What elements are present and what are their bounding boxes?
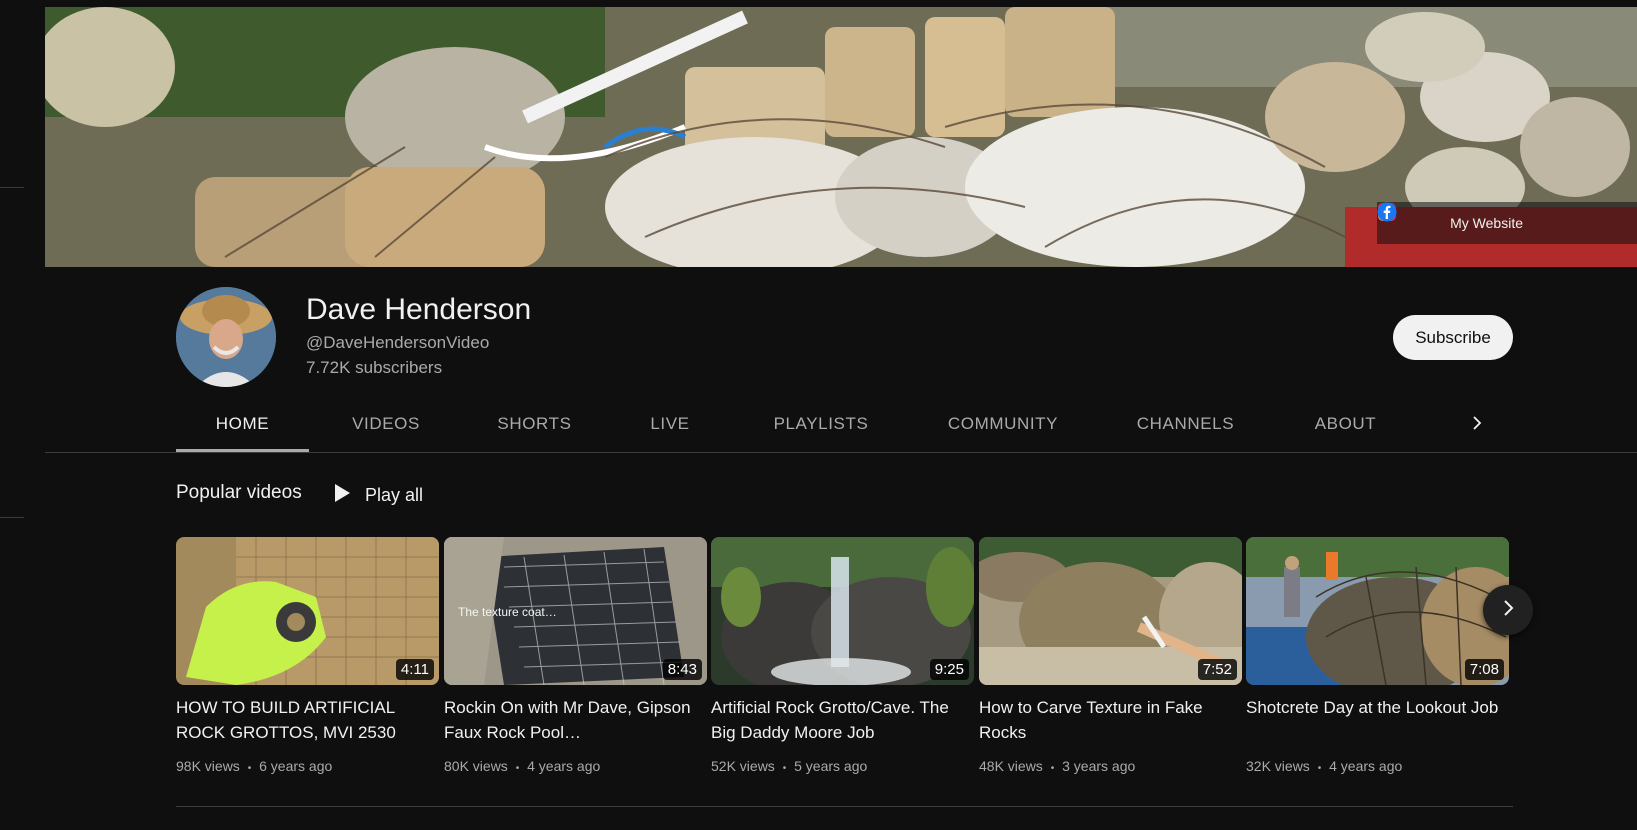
video-views: 80K views bbox=[444, 758, 508, 774]
video-age: 4 years ago bbox=[1329, 758, 1403, 774]
tab-community[interactable]: COMMUNITY bbox=[908, 396, 1098, 452]
video-card[interactable]: 9:25 Artificial Rock Grotto/Cave. The Bi… bbox=[711, 537, 974, 774]
channel-handle: @DaveHendersonVideo bbox=[306, 333, 490, 352]
video-age: 3 years ago bbox=[1062, 758, 1136, 774]
play-all-label: Play all bbox=[365, 484, 424, 505]
video-title[interactable]: How to Carve Texture in Fake Rocks bbox=[979, 695, 1242, 745]
video-title[interactable]: Rockin On with Mr Dave, Gipson Faux Rock… bbox=[444, 695, 707, 745]
video-thumbnail[interactable]: 7:08 bbox=[1246, 537, 1509, 685]
video-thumbnail[interactable]: 4:11 bbox=[176, 537, 439, 685]
tab-home[interactable]: HOME bbox=[176, 396, 309, 452]
video-age: 4 years ago bbox=[527, 758, 601, 774]
subscriber-count: 7.72K subscribers bbox=[306, 358, 443, 377]
meta-separator: • bbox=[782, 763, 787, 774]
video-duration: 7:08 bbox=[1464, 659, 1504, 680]
tabs-divider bbox=[45, 452, 1637, 453]
section-divider bbox=[176, 806, 1513, 807]
tab-live[interactable]: LIVE bbox=[606, 396, 734, 452]
video-age: 5 years ago bbox=[794, 758, 868, 774]
video-title[interactable]: Shotcrete Day at the Lookout Job bbox=[1246, 695, 1509, 745]
video-views: 32K views bbox=[1246, 758, 1310, 774]
channel-page: My Website Dave Henderson @DaveHenderson… bbox=[0, 0, 1637, 830]
video-age: 6 years ago bbox=[259, 758, 333, 774]
video-title[interactable]: Artificial Rock Grotto/Cave. The Big Dad… bbox=[711, 695, 974, 745]
meta-separator: • bbox=[515, 763, 520, 774]
video-meta: 80K views • 4 years ago bbox=[444, 758, 707, 774]
tab-about[interactable]: ABOUT bbox=[1273, 396, 1418, 452]
meta-separator: • bbox=[1050, 763, 1055, 774]
my-website-link[interactable]: My Website bbox=[1450, 215, 1523, 231]
video-title[interactable]: HOW TO BUILD ARTIFICIAL ROCK GROTTOS, MV… bbox=[176, 695, 439, 745]
play-icon bbox=[333, 483, 351, 508]
tab-videos[interactable]: VIDEOS bbox=[309, 396, 463, 452]
chevron-right-icon bbox=[1500, 599, 1516, 622]
tab-channels[interactable]: CHANNELS bbox=[1098, 396, 1273, 452]
guide-divider bbox=[0, 517, 24, 518]
subscribe-button[interactable]: Subscribe bbox=[1393, 315, 1513, 360]
meta-separator: • bbox=[247, 763, 252, 774]
video-duration: 4:11 bbox=[395, 659, 434, 680]
instagram-icon[interactable] bbox=[1378, 203, 1595, 233]
banner-links-bar: My Website bbox=[1377, 202, 1637, 244]
video-card[interactable]: 7:08 Shotcrete Day at the Lookout Job 32… bbox=[1246, 537, 1509, 774]
video-duration: 8:43 bbox=[662, 659, 702, 680]
video-card[interactable]: 4:11 HOW TO BUILD ARTIFICIAL ROCK GROTTO… bbox=[176, 537, 439, 774]
video-thumbnail[interactable]: 7:52 bbox=[979, 537, 1242, 685]
video-meta: 48K views • 3 years ago bbox=[979, 758, 1242, 774]
video-thumbnail[interactable]: 9:25 bbox=[711, 537, 974, 685]
tab-playlists[interactable]: PLAYLISTS bbox=[734, 396, 908, 452]
video-meta: 98K views • 6 years ago bbox=[176, 758, 439, 774]
play-all-button[interactable]: Play all bbox=[333, 480, 423, 510]
video-views: 98K views bbox=[176, 758, 240, 774]
video-views: 48K views bbox=[979, 758, 1043, 774]
guide-divider bbox=[0, 187, 24, 188]
thumbnail-caption: The texture coat… bbox=[458, 605, 557, 619]
video-duration: 9:25 bbox=[929, 659, 969, 680]
channel-banner: My Website bbox=[45, 7, 1637, 267]
video-duration: 7:52 bbox=[1197, 659, 1237, 680]
video-meta: 32K views • 4 years ago bbox=[1246, 758, 1509, 774]
facebook-icon[interactable] bbox=[1377, 202, 1627, 233]
video-views: 52K views bbox=[711, 758, 775, 774]
video-meta: 52K views • 5 years ago bbox=[711, 758, 974, 774]
store-icon[interactable] bbox=[1379, 205, 1563, 233]
channel-tabs: HOME VIDEOS SHORTS LIVE PLAYLISTS COMMUN… bbox=[176, 396, 1418, 452]
chevron-right-icon bbox=[1469, 415, 1485, 436]
video-card[interactable]: The texture coat… 8:43 Rockin On with Mr… bbox=[444, 537, 707, 774]
shelf-next-button[interactable] bbox=[1483, 585, 1533, 635]
video-card[interactable]: 7:52 How to Carve Texture in Fake Rocks … bbox=[979, 537, 1242, 774]
section-title: Popular videos bbox=[176, 482, 302, 503]
video-thumbnail[interactable]: The texture coat… 8:43 bbox=[444, 537, 707, 685]
tab-shorts[interactable]: SHORTS bbox=[463, 396, 606, 452]
channel-name: Dave Henderson bbox=[306, 293, 532, 326]
meta-separator: • bbox=[1317, 763, 1322, 774]
channel-avatar[interactable] bbox=[176, 287, 276, 387]
tabs-scroll-right-button[interactable] bbox=[1462, 410, 1492, 440]
